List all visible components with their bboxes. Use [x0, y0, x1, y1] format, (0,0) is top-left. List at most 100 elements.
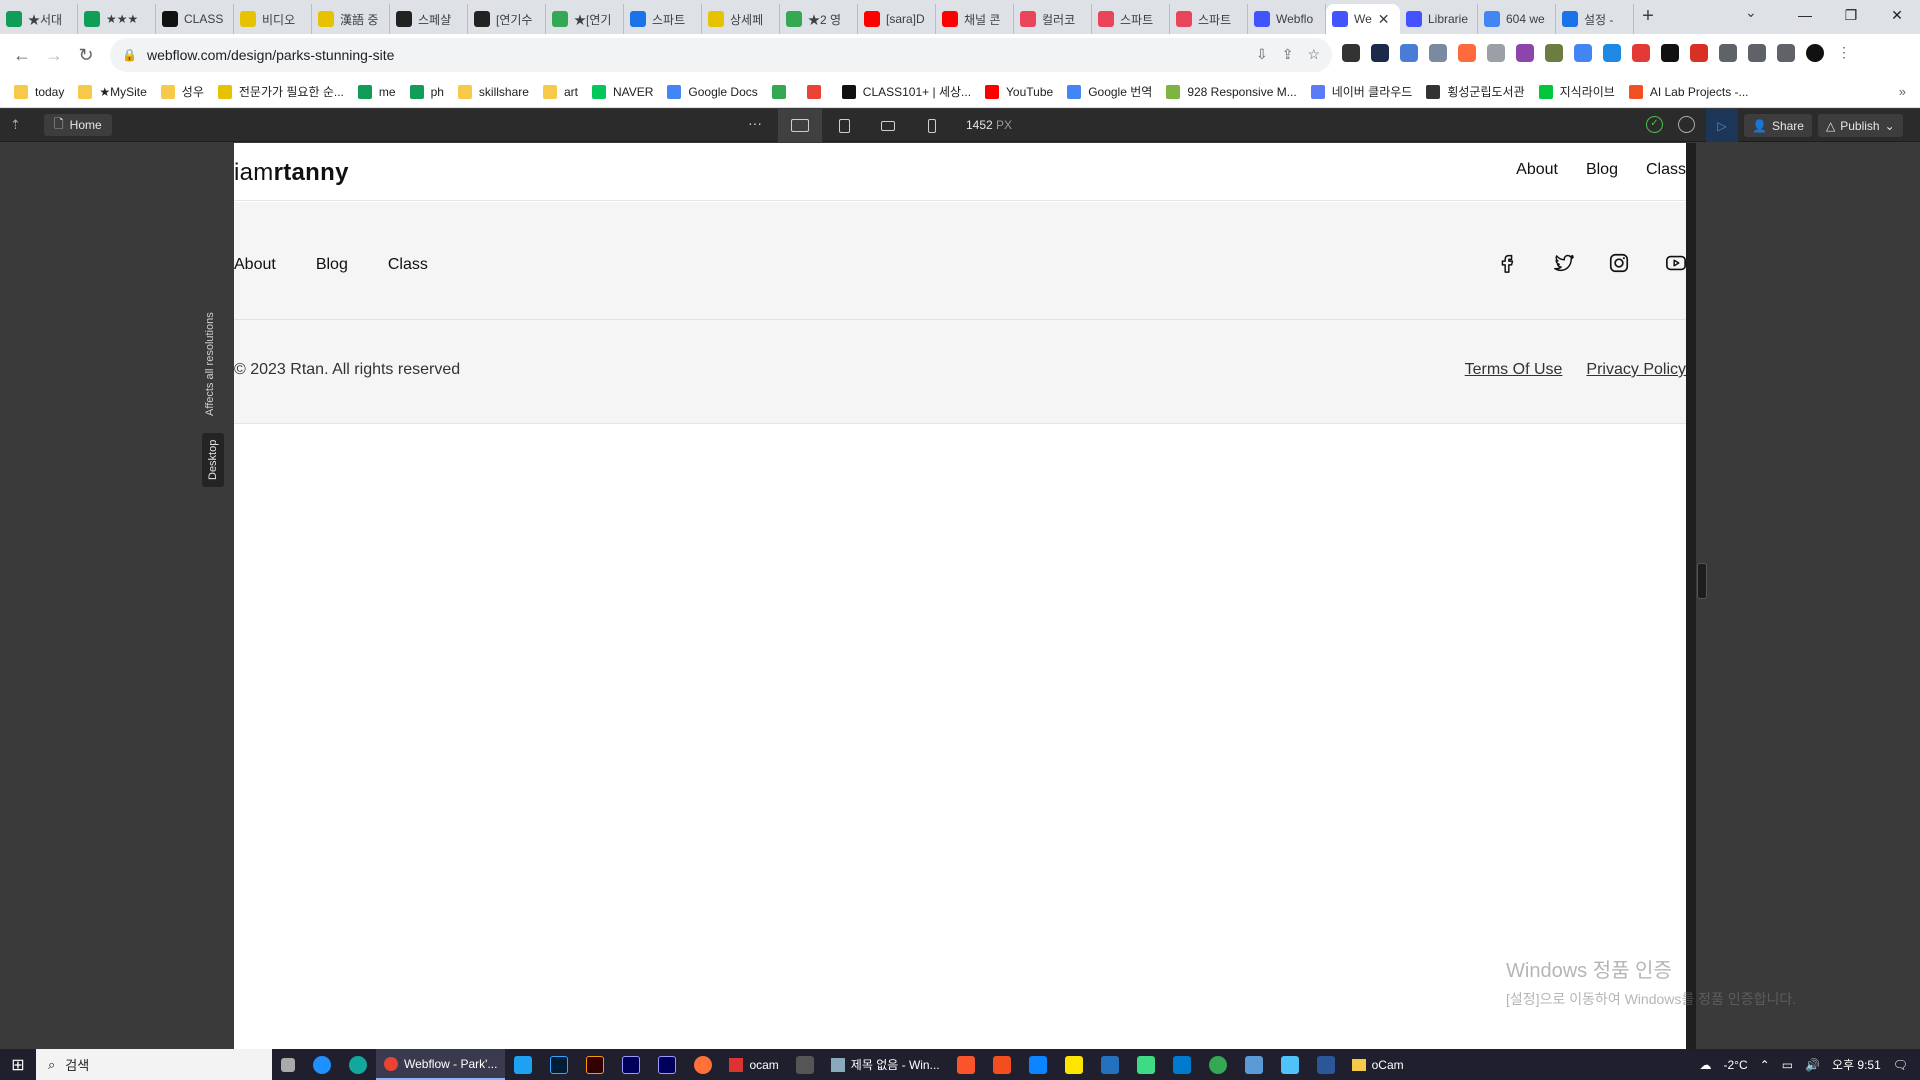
extension-icon[interactable] [1545, 44, 1563, 62]
share-page-icon[interactable]: ⇪ [1282, 46, 1294, 63]
illustrator-icon[interactable] [586, 1055, 605, 1074]
bookmark-item[interactable]: 횡성군립도서관 [1426, 83, 1525, 100]
calculator-icon[interactable] [795, 1055, 814, 1074]
bookmark-item[interactable]: AI Lab Projects -... [1628, 83, 1749, 100]
firefox-icon[interactable] [694, 1055, 713, 1074]
footer-link-class[interactable]: Class [388, 256, 428, 274]
side-panel-icon[interactable] [1777, 44, 1795, 62]
powershell-icon[interactable] [1100, 1055, 1119, 1074]
facebook-icon[interactable] [1496, 252, 1518, 274]
back-icon[interactable]: ← [6, 45, 38, 66]
browser-tab[interactable]: 설정 - [1556, 4, 1634, 34]
install-icon[interactable]: ⇩ [1256, 46, 1268, 63]
browser-tab[interactable]: ★★★ [78, 4, 156, 34]
bookmark-item[interactable]: YouTube [985, 83, 1053, 100]
bookmark-item[interactable]: 지식라이브 [1538, 83, 1615, 100]
browser-tab[interactable]: 604 we [1478, 4, 1556, 34]
more-breakpoints-icon[interactable]: ··· [748, 115, 762, 131]
browser-tab[interactable]: 스파트 [624, 4, 702, 34]
bookmark-item[interactable] [771, 83, 793, 100]
design-canvas[interactable]: iamrtanny About Blog Class About Blog Cl… [234, 143, 1686, 1049]
taskbar-app-webflow[interactable]: Webflow - Park'... [376, 1049, 506, 1080]
share-button[interactable]: 👤 Share [1744, 114, 1812, 137]
extension-icon[interactable] [1429, 44, 1447, 62]
word-icon[interactable] [1316, 1055, 1335, 1074]
browser-tab[interactable]: 상세페 [702, 4, 780, 34]
extension-icon[interactable] [1690, 44, 1708, 62]
nav-link-class[interactable]: Class [1646, 161, 1686, 179]
camera-icon[interactable] [1487, 44, 1505, 62]
canvas-width-readout[interactable]: 1452 PX [966, 118, 1012, 132]
photoshop-icon[interactable] [550, 1055, 569, 1074]
volume-icon[interactable]: 🔊 [1805, 1058, 1820, 1072]
task-view-icon[interactable] [281, 1057, 295, 1072]
taskbar-app-ocam[interactable]: ocam [721, 1049, 786, 1080]
browser-tab[interactable]: Webflo [1248, 4, 1326, 34]
url-text[interactable]: webflow.com/design/parks-stunning-site [147, 47, 394, 63]
browser-tab[interactable]: 비디오 [234, 4, 312, 34]
chrome-icon[interactable] [1208, 1055, 1227, 1074]
browser-tab[interactable]: ★2 영 [780, 4, 858, 34]
weather-icon[interactable]: ☁ [1699, 1058, 1711, 1072]
reload-icon[interactable]: ↻ [70, 45, 102, 66]
bookmark-item[interactable]: art [542, 83, 578, 100]
browser-tab[interactable]: 漢語 중 [312, 4, 390, 34]
page-selector[interactable]: 🗋 Home [44, 114, 112, 136]
taskbar-search[interactable]: ⌕ 검색 [36, 1049, 272, 1080]
extension-icon[interactable] [1400, 44, 1418, 62]
browser-tab[interactable]: We ✕ [1326, 4, 1400, 34]
tray-chevron-icon[interactable]: ⌃ [1760, 1058, 1770, 1072]
browser-tab[interactable]: 스파트 [1170, 4, 1248, 34]
forward-icon[interactable]: → [38, 45, 70, 66]
bookmark-item[interactable]: me [357, 83, 396, 100]
puzzle-icon[interactable] [1719, 44, 1737, 62]
bookmark-item[interactable]: 네이버 클라우드 [1310, 83, 1412, 100]
extension-icon[interactable] [1371, 44, 1389, 62]
instagram-icon[interactable] [1608, 252, 1630, 274]
notification-icon[interactable]: 🗨 [1893, 1058, 1908, 1072]
browser-tab[interactable]: [연기수 [468, 4, 546, 34]
bookmark-item[interactable] [806, 83, 828, 100]
extension-icon[interactable] [1603, 44, 1621, 62]
browser-tab[interactable]: CLASS [156, 4, 234, 34]
notion-icon[interactable] [1661, 44, 1679, 62]
menu-kebab-icon[interactable]: ⋮ [1835, 44, 1853, 62]
privacy-link[interactable]: Privacy Policy [1586, 361, 1686, 379]
bookmarks-overflow-icon[interactable]: » [1899, 84, 1906, 99]
footer-link-about[interactable]: About [234, 256, 276, 274]
site-logo[interactable]: iamrtanny [234, 159, 349, 187]
bookmark-item[interactable]: ★MySite [78, 83, 147, 100]
tab-search-icon[interactable]: ⌄ [1745, 4, 1757, 21]
bookmark-item[interactable]: CLASS101+ | 세상... [841, 83, 971, 100]
bookmark-star-icon[interactable]: ☆ [1307, 46, 1320, 63]
taskbar-app-ocam-folder[interactable]: oCam [1344, 1049, 1412, 1080]
translate-icon[interactable] [1574, 44, 1592, 62]
bookmark-item[interactable]: 성우 [160, 83, 204, 100]
terms-link[interactable]: Terms Of Use [1465, 361, 1563, 379]
monitor-icon[interactable] [1244, 1055, 1263, 1074]
close-tab-icon[interactable]: ✕ [1378, 11, 1390, 28]
comment-icon[interactable] [1678, 116, 1695, 133]
network-icon[interactable]: ▭ [1782, 1058, 1793, 1072]
canvas-resize-handle[interactable] [1697, 563, 1707, 599]
taskbar-app-notepad[interactable]: 제목 없음 - Win... [823, 1049, 948, 1080]
footer-link-blog[interactable]: Blog [316, 256, 348, 274]
browser-tab[interactable]: [sara]D [858, 4, 936, 34]
bookmark-item[interactable]: Google Docs [667, 83, 758, 100]
preview-button[interactable]: ▷ [1706, 109, 1738, 142]
reading-list-icon[interactable] [1748, 44, 1766, 62]
temperature-text[interactable]: -2°C [1723, 1058, 1747, 1072]
profile-avatar[interactable] [1806, 44, 1824, 62]
site-footer[interactable]: About Blog Class © 2023 Rtan. All rights… [234, 202, 1686, 424]
browser-tab[interactable]: ★[연기 [546, 4, 624, 34]
close-window-icon[interactable]: ✕ [1874, 0, 1920, 34]
youtube-icon[interactable] [1664, 252, 1686, 274]
windows-start-icon[interactable]: ⊞ [0, 1055, 36, 1075]
twitter-icon[interactable] [1552, 252, 1574, 274]
breakpoint-mobile-portrait-button[interactable] [910, 109, 954, 142]
bookmark-item[interactable]: Google 번역 [1067, 83, 1152, 100]
breakpoint-desktop-button[interactable] [778, 109, 822, 142]
minimize-icon[interactable]: — [1782, 0, 1828, 34]
bookmark-item[interactable]: NAVER [591, 83, 653, 100]
publish-button[interactable]: △ Publish ⌄ [1818, 114, 1903, 137]
